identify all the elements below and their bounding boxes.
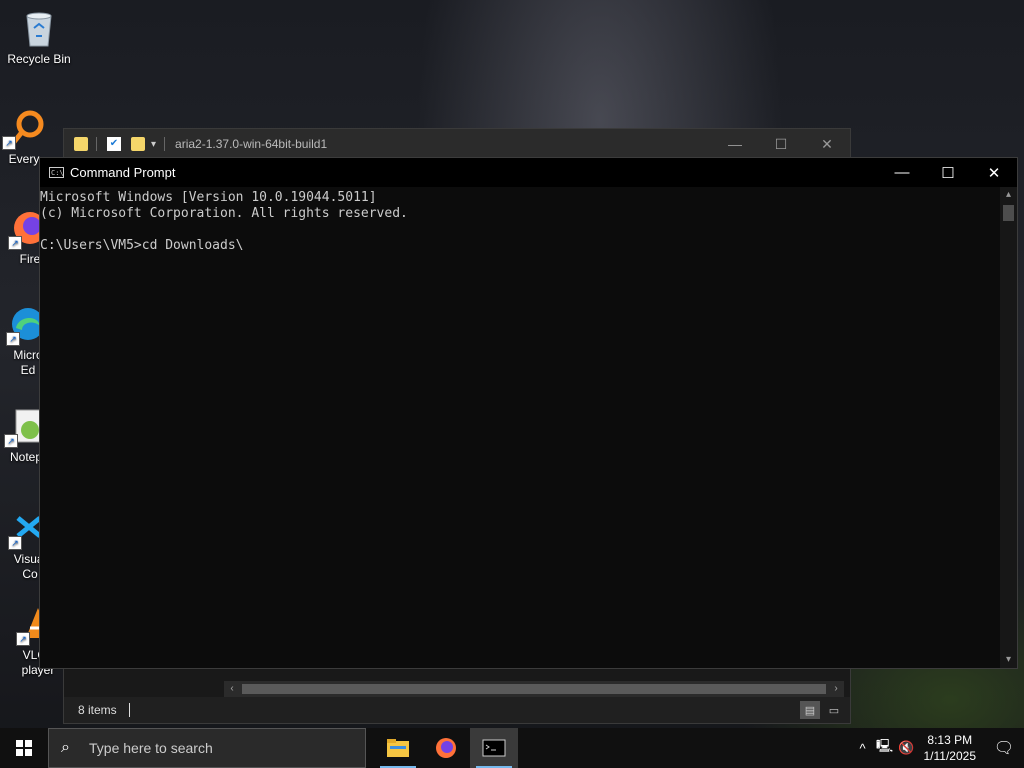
toolbar-divider [164,137,166,151]
console-prompt-line: C:\Users\VM5>cd Downloads\ [40,238,244,253]
view-toggle: ▤ ▭ [796,701,844,719]
shortcut-arrow-icon: ↗ [4,434,18,448]
clock[interactable]: 8:13 PM 1/11/2025 [924,732,977,764]
desktop-icon-recycle-bin[interactable]: Recycle Bin [1,8,77,67]
taskbar-command-prompt[interactable] [470,728,518,768]
details-view-icon[interactable]: ▤ [800,701,820,719]
item-count: 8 items [78,703,117,717]
desktop-icon-label: Recycle Bin [7,52,71,66]
close-button[interactable]: ✕ [971,158,1017,187]
console-line: Microsoft Windows [Version 10.0.19044.50… [40,190,377,205]
shortcut-arrow-icon: ↗ [2,136,16,150]
command-prompt-window[interactable]: C:\ Command Prompt — ☐ ✕ Microsoft Windo… [39,157,1018,669]
clock-date: 1/11/2025 [923,749,977,763]
maximize-button[interactable]: ☐ [758,129,804,159]
windows-logo-icon [16,740,32,756]
scrollbar-thumb[interactable] [1003,205,1014,221]
everything-search-icon: ↗ [2,108,44,150]
large-icons-view-icon[interactable]: ▭ [824,701,844,719]
vertical-scrollbar[interactable]: ▴ ▾ [1000,187,1017,668]
new-folder-icon[interactable] [131,137,145,151]
taskbar-firefox[interactable] [422,728,470,768]
notification-center-icon[interactable]: 🗨 [984,738,1024,758]
explorer-titlebar[interactable]: ✔ ▾ aria2-1.37.0-win-64bit-build1 — ☐ ✕ [64,129,850,159]
minimize-button[interactable]: — [712,129,758,159]
folder-icon [74,137,88,151]
clock-time: 8:13 PM [927,733,973,747]
shortcut-arrow-icon: ↗ [16,632,30,646]
toolbar-divider [96,137,97,151]
shortcut-arrow-icon: ↗ [8,536,22,550]
minimize-button[interactable]: — [879,158,925,187]
close-button[interactable]: ✕ [804,129,850,159]
command-prompt-icon [482,739,506,757]
taskbar-file-explorer[interactable] [374,728,422,768]
console-output[interactable]: Microsoft Windows [Version 10.0.19044.50… [40,187,1000,668]
shortcut-arrow-icon: ↗ [6,332,20,346]
system-tray: ^ 🖳 🔇 8:13 PM 1/11/2025 🗨 [852,728,1024,768]
volume-muted-icon[interactable]: 🔇 [896,740,918,756]
window-controls: — ☐ ✕ [712,129,850,159]
taskbar-search-box[interactable]: ⌕ Type here to search [48,728,366,768]
show-hidden-icons-chevron-icon[interactable]: ^ [852,741,874,756]
shortcut-arrow-icon: ↗ [8,236,22,250]
cmd-titlebar[interactable]: C:\ Command Prompt — ☐ ✕ [40,158,1017,187]
firefox-icon [436,738,456,758]
window-title: Command Prompt [70,165,176,180]
command-prompt-icon: C:\ [49,167,64,178]
maximize-button[interactable]: ☐ [925,158,971,187]
console-line: (c) Microsoft Corporation. All rights re… [40,206,408,221]
window-title: aria2-1.37.0-win-64bit-build1 [175,137,328,151]
search-placeholder: Type here to search [89,740,213,756]
taskbar: ⌕ Type here to search ^ 🖳 🔇 8:13 PM 1/11… [0,728,1024,768]
file-explorer-icon [387,739,409,757]
scrollbar-thumb[interactable] [242,684,826,694]
scroll-down-icon[interactable]: ▾ [1000,652,1017,668]
recycle-bin-icon [19,8,59,48]
start-button[interactable] [0,728,48,768]
status-divider [128,703,130,717]
window-controls: — ☐ ✕ [879,158,1017,187]
scroll-up-icon[interactable]: ▴ [1000,187,1017,203]
status-bar: 8 items ▤ ▭ [64,697,850,723]
network-icon[interactable]: 🖳 [874,737,896,759]
properties-icon[interactable]: ✔ [107,137,121,151]
scroll-right-icon[interactable]: › [828,681,844,697]
customize-toolbar-chevron-icon[interactable]: ▾ [151,139,156,150]
search-icon: ⌕ [61,739,70,756]
scroll-left-icon[interactable]: ‹ [224,681,240,697]
horizontal-scrollbar[interactable]: ‹ › [224,681,844,697]
